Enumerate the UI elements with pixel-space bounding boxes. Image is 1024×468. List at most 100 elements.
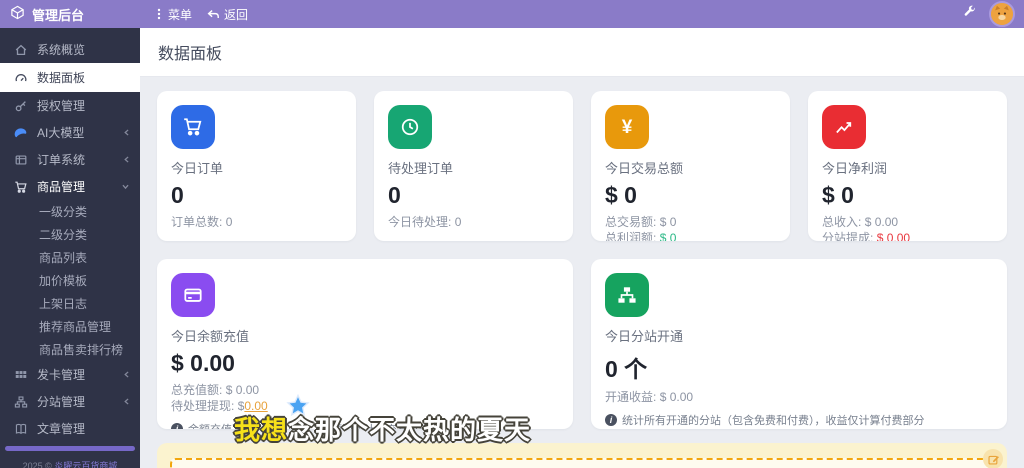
card-title: 今日净利润 — [822, 161, 888, 176]
sidebar-item-auth-management[interactable]: 授权管理 — [0, 92, 140, 119]
stat-card-substation-openings: 今日分站开通 0 个 开通收益: $ 0.00 i 统计所有开通的分站（包含免费… — [591, 259, 1007, 429]
back-button[interactable]: 返回 — [206, 6, 248, 23]
edit-pencil-icon[interactable] — [983, 449, 1003, 468]
sidebar-item-product-management[interactable]: 商品管理 — [0, 173, 140, 200]
chevron-left-icon — [122, 127, 131, 138]
credit-card-icon — [171, 273, 215, 317]
gauge-icon — [13, 70, 28, 85]
list-icon — [13, 152, 28, 167]
sidebar: 系统概览 数据面板 授权管理 AI大模型 订单系统 商品管理 一级分类 二级分类… — [0, 28, 140, 468]
stat-cards-row-1: 今日订单 0 订单总数: 0 待处理订单 0 今日待处理: 0 ¥ 今日交易总额… — [157, 91, 1007, 241]
card-value: 0 — [388, 182, 401, 208]
kebab-icon — [154, 8, 164, 20]
key-icon — [13, 98, 28, 113]
subitem-label: 二级分类 — [39, 228, 88, 242]
subitem-label: 推荐商品管理 — [39, 320, 112, 334]
card-title: 今日交易总额 — [605, 161, 684, 176]
subitem-label: 上架日志 — [39, 297, 88, 311]
subtitle-rest: 念那个不太热的夏天 — [288, 415, 532, 445]
sidebar-item-label: AI大模型 — [37, 126, 85, 140]
sidebar-item-system-overview[interactable]: 系统概览 — [0, 36, 140, 63]
sidebar-subitem-markup-template[interactable]: 加价模板 — [0, 269, 140, 292]
clock-icon — [388, 105, 432, 149]
card-line: 订单总数: 0 — [171, 215, 233, 229]
wrench-icon[interactable] — [963, 5, 976, 23]
sidebar-item-label: 分站管理 — [37, 395, 86, 409]
admin-dashboard: 管理后台 菜单 返回 系统概览 数据面板 授权管理 AI大模型 订单系统 商品管… — [0, 0, 1024, 468]
menu-button[interactable]: 菜单 — [154, 6, 192, 23]
brand[interactable]: 管理后台 — [0, 5, 140, 24]
subitem-label: 商品售卖排行榜 — [39, 343, 124, 357]
package-icon — [10, 5, 25, 23]
sitemap-icon — [605, 273, 649, 317]
stat-card-pending-orders: 待处理订单 0 今日待处理: 0 — [374, 91, 573, 241]
info-icon: i — [171, 423, 183, 429]
card-line: 总交易额: $ 0 — [605, 215, 677, 229]
chevron-left-icon — [122, 154, 131, 165]
home-icon — [13, 42, 28, 57]
sidebar-item-card-management[interactable]: 发卡管理 — [0, 361, 140, 388]
sidebar-subitem-product-list[interactable]: 商品列表 — [0, 246, 140, 269]
sidebar-item-label: 商品管理 — [37, 180, 86, 194]
menu-button-label: 菜单 — [168, 7, 193, 22]
card-value: $ 0 — [605, 182, 637, 208]
card-title: 今日订单 — [171, 161, 224, 176]
whale-icon — [13, 125, 28, 140]
card-line: 开通收益: $ 0.00 — [605, 390, 694, 404]
sidebar-subitem-recommended-products[interactable]: 推荐商品管理 — [0, 315, 140, 338]
chevron-down-icon — [120, 182, 131, 191]
back-button-label: 返回 — [224, 7, 249, 22]
topbar: 管理后台 菜单 返回 — [0, 0, 1024, 28]
grid-icon — [13, 367, 28, 382]
card-value: $ 0.00 — [171, 350, 235, 376]
notice-edit-area[interactable] — [170, 458, 994, 468]
cart-icon — [13, 179, 28, 194]
sitemap-icon — [13, 394, 28, 409]
sidebar-subitem-shelf-log[interactable]: 上架日志 — [0, 292, 140, 315]
chevron-left-icon — [122, 369, 131, 380]
yen-icon: ¥ — [605, 105, 649, 149]
user-avatar[interactable] — [989, 1, 1015, 27]
footer-year: 2025 © — [22, 461, 52, 468]
subitem-label: 一级分类 — [39, 205, 88, 219]
card-line: 今日待处理: 0 — [388, 215, 462, 229]
sidebar-item-label: 授权管理 — [37, 99, 86, 113]
sidebar-item-label: 文章管理 — [37, 422, 86, 436]
sidebar-subitem-category-l2[interactable]: 二级分类 — [0, 223, 140, 246]
chevron-left-icon — [122, 396, 131, 407]
sidebar-subitem-category-l1[interactable]: 一级分类 — [0, 200, 140, 223]
card-line: 总收入: $ 0.00 — [822, 215, 899, 229]
sidebar-item-ai-model[interactable]: AI大模型 — [0, 119, 140, 146]
cart-icon — [171, 105, 215, 149]
sidebar-nav: 系统概览 数据面板 授权管理 AI大模型 订单系统 商品管理 一级分类 二级分类… — [0, 28, 140, 442]
main-header: 数据面板 — [140, 28, 1024, 77]
card-note: i 统计所有开通的分站（包含免费和付费），收益仅计算付费部分 — [605, 412, 993, 428]
sidebar-item-label: 订单系统 — [37, 153, 86, 167]
stat-card-today-orders: 今日订单 0 订单总数: 0 — [157, 91, 356, 241]
page-title: 数据面板 — [158, 46, 223, 63]
trend-icon — [822, 105, 866, 149]
footer-site-link[interactable]: 炎曜云百货商城 — [54, 461, 117, 468]
sidebar-item-article-management[interactable]: 文章管理 — [0, 415, 140, 442]
sidebar-item-label: 数据面板 — [37, 71, 86, 85]
stat-card-today-transactions: ¥ 今日交易总额 $ 0 总交易额: $ 0 总利润额: $ 0 — [591, 91, 790, 241]
sidebar-item-data-panel[interactable]: 数据面板 — [0, 63, 140, 92]
card-title: 待处理订单 — [388, 161, 454, 176]
card-value: 0 个 — [605, 356, 648, 382]
sidebar-subitem-sales-ranking[interactable]: 商品售卖排行榜 — [0, 338, 140, 361]
stat-card-net-profit: 今日净利润 $ 0 总收入: $ 0.00 分站提成: $ 0.00 — [808, 91, 1007, 241]
card-line: 总利润额: $ 0 — [605, 231, 677, 241]
sidebar-footer: 2025 © 炎曜云百货商城 — [0, 442, 140, 468]
subitem-label: 加价模板 — [39, 274, 88, 288]
sidebar-item-substation-management[interactable]: 分站管理 — [0, 388, 140, 415]
sidebar-item-label: 系统概览 — [37, 43, 86, 57]
subtitle-highlight: 我想 — [234, 415, 289, 445]
card-line: 总充值额: $ 0.00 — [171, 383, 260, 397]
progress-bar — [5, 446, 135, 451]
sidebar-item-order-system[interactable]: 订单系统 — [0, 146, 140, 173]
sidebar-item-label: 发卡管理 — [37, 368, 86, 382]
card-title: 今日分站开通 — [605, 329, 684, 344]
video-subtitle: 我想念那个不太热的夏天 — [234, 410, 531, 447]
app-title: 管理后台 — [32, 7, 85, 23]
card-value: $ 0 — [822, 182, 854, 208]
